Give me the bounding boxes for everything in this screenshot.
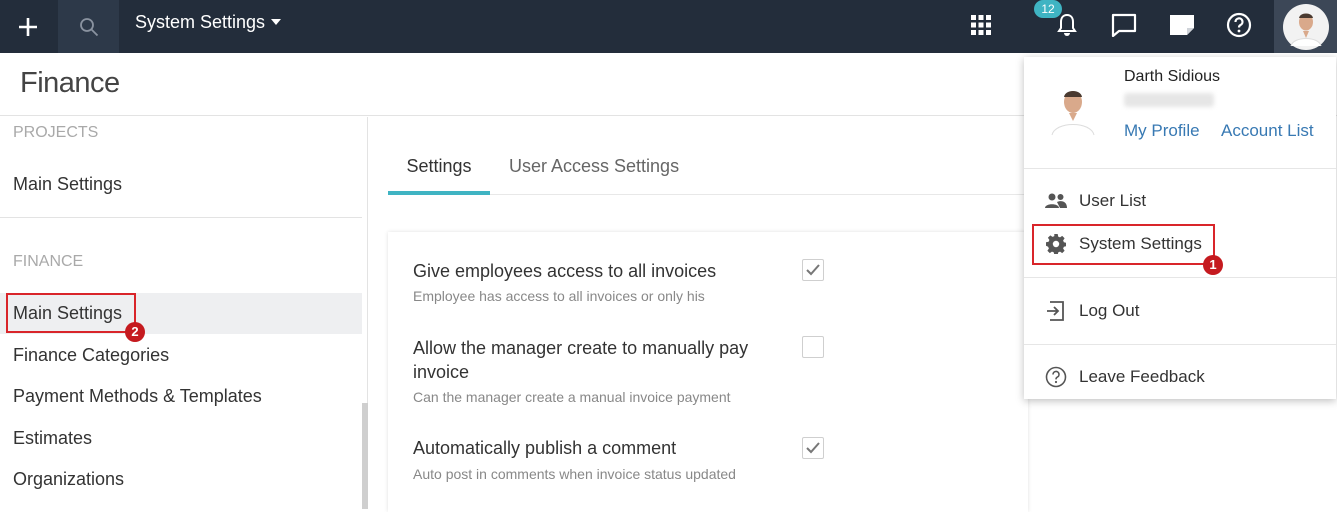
profile-email-blurred xyxy=(1124,93,1214,107)
settings-card: Give employees access to all invoices Em… xyxy=(388,232,1028,512)
plus-icon[interactable] xyxy=(0,0,56,53)
sidebar-item-projects-main-settings[interactable]: Main Settings xyxy=(0,164,362,205)
checkbox-access-invoices[interactable] xyxy=(802,259,824,281)
chat-icon[interactable] xyxy=(1105,6,1143,44)
setting-desc-auto-publish: Auto post in comments when invoice statu… xyxy=(413,466,736,482)
apps-grid-icon[interactable] xyxy=(962,6,1000,44)
sidebar-scrollbar[interactable] xyxy=(362,403,368,509)
checkmark-icon xyxy=(806,264,820,276)
dropdown-divider xyxy=(1024,168,1336,169)
setting-desc-access-invoices: Employee has access to all invoices or o… xyxy=(413,288,705,304)
checkbox-manual-pay[interactable] xyxy=(802,336,824,358)
step-badge-1: 1 xyxy=(1203,255,1223,275)
step-badge-2: 2 xyxy=(125,322,145,342)
menu-item-log-out[interactable]: Log Out xyxy=(1024,291,1336,331)
sidebar-item-payment-methods[interactable]: Payment Methods & Templates xyxy=(0,376,362,417)
menu-item-label: Leave Feedback xyxy=(1079,367,1205,386)
setting-title-auto-publish: Automatically publish a comment xyxy=(413,438,677,458)
checkbox-auto-publish[interactable] xyxy=(802,437,824,459)
help-circle-icon xyxy=(1044,365,1068,389)
setting-desc-manual-pay: Can the manager create a manual invoice … xyxy=(413,389,731,405)
logout-icon xyxy=(1044,299,1068,323)
users-icon xyxy=(1044,189,1068,213)
sidebar-item-finance-categories[interactable]: Finance Categories xyxy=(0,335,362,376)
avatar xyxy=(1282,3,1329,50)
sidebar-item-estimates[interactable]: Estimates xyxy=(0,418,362,459)
sidebar-divider xyxy=(0,217,362,218)
sidebar-section-projects: PROJECTS xyxy=(13,124,99,141)
help-icon[interactable] xyxy=(1220,6,1258,44)
profile-avatar xyxy=(1044,79,1102,137)
notification-count-badge: 12 xyxy=(1034,0,1062,18)
tab-user-access-settings[interactable]: User Access Settings xyxy=(509,145,679,195)
note-icon[interactable] xyxy=(1163,6,1201,44)
highlight-box-main-settings xyxy=(6,293,136,333)
search-icon[interactable] xyxy=(58,0,119,53)
setting-title-access-invoices: Give employees access to all invoices xyxy=(413,261,717,281)
setting-title-manual-pay: Allow the manager create to manually pay… xyxy=(413,338,749,382)
menu-item-leave-feedback[interactable]: Leave Feedback xyxy=(1024,357,1336,397)
top-bar: System Settings 12 xyxy=(0,0,1337,53)
checkmark-icon xyxy=(806,442,820,454)
dropdown-divider xyxy=(1024,277,1336,278)
account-list-link[interactable]: Account List xyxy=(1221,121,1314,141)
system-settings-menu[interactable]: System Settings xyxy=(135,11,282,33)
system-settings-title: System Settings xyxy=(135,12,266,32)
menu-item-user-list[interactable]: User List xyxy=(1024,181,1336,221)
tab-bar: Settings User Access Settings xyxy=(388,145,1028,195)
my-profile-link[interactable]: My Profile xyxy=(1124,121,1200,141)
highlight-box-system-settings xyxy=(1032,224,1215,265)
tab-settings[interactable]: Settings xyxy=(388,145,490,195)
profile-user-name: Darth Sidious xyxy=(1124,68,1221,85)
menu-item-label: User List xyxy=(1079,191,1147,210)
caret-down-icon xyxy=(271,19,282,25)
sidebar-section-finance: FINANCE xyxy=(13,253,84,270)
user-avatar-button[interactable] xyxy=(1274,0,1337,53)
sidebar-item-organizations[interactable]: Organizations xyxy=(0,459,362,500)
dropdown-divider xyxy=(1024,344,1336,345)
menu-item-label: Log Out xyxy=(1079,301,1140,320)
page-title: Finance xyxy=(20,67,120,99)
